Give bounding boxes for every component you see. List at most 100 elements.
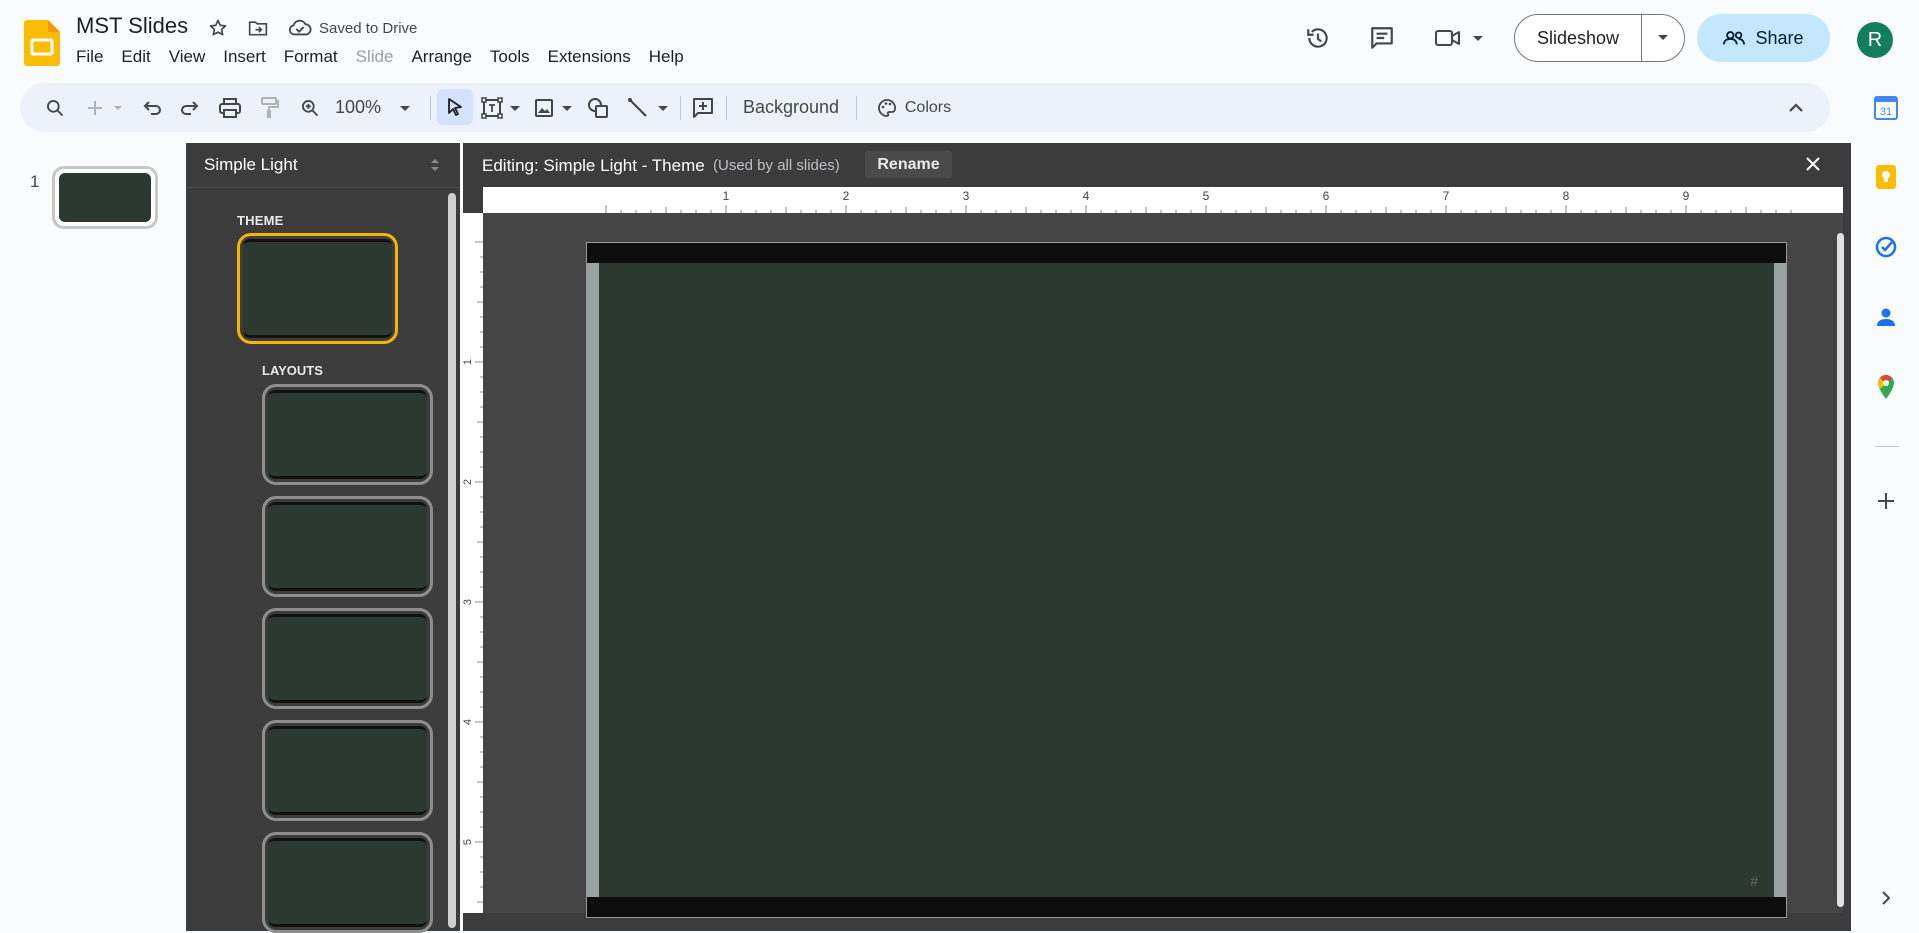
layout-thumbnail[interactable] bbox=[262, 608, 433, 709]
collapse-toolbar-icon[interactable] bbox=[1782, 83, 1810, 132]
zoom-select[interactable]: 100% bbox=[330, 83, 386, 132]
new-slide-dropdown-icon[interactable] bbox=[112, 83, 124, 132]
ruler-label: 5 bbox=[1203, 189, 1210, 203]
theme-selector[interactable]: Simple Light bbox=[186, 143, 460, 188]
thumbnail-preview bbox=[268, 390, 427, 479]
contacts-icon[interactable] bbox=[1872, 303, 1900, 331]
slide-thumbnail[interactable] bbox=[52, 166, 158, 229]
add-icon[interactable] bbox=[1872, 487, 1900, 515]
canvas-area: 1 2 3 4 5 6 7 8 9 1 2 3 4 5 # bbox=[463, 187, 1851, 931]
textbox-icon[interactable] bbox=[478, 83, 506, 132]
theme-master-thumbnail[interactable] bbox=[237, 233, 398, 344]
slideshow-label[interactable]: Slideshow bbox=[1515, 15, 1642, 61]
zoom-icon[interactable] bbox=[296, 83, 324, 132]
menu-edit[interactable]: Edit bbox=[121, 47, 160, 67]
ruler-label: 4 bbox=[463, 719, 474, 725]
menu-slide[interactable]: Slide bbox=[356, 47, 404, 67]
editing-title: Editing: Simple Light - Theme bbox=[482, 156, 705, 175]
vertical-ruler: 1 2 3 4 5 bbox=[463, 213, 483, 913]
toolbar-divider bbox=[856, 96, 857, 120]
line-dropdown-icon[interactable] bbox=[656, 83, 670, 132]
ruler-label: 7 bbox=[1443, 189, 1450, 203]
rename-button[interactable]: Rename bbox=[865, 151, 952, 178]
menu-extensions[interactable]: Extensions bbox=[548, 47, 641, 67]
thumbnail-preview bbox=[268, 502, 427, 591]
toolbar: 100% Background Colors bbox=[20, 83, 1830, 132]
calendar-day: 31 bbox=[1880, 106, 1892, 118]
undo-icon[interactable] bbox=[138, 83, 166, 132]
line-icon[interactable] bbox=[624, 83, 652, 132]
slideshow-dropdown-icon[interactable] bbox=[1642, 31, 1684, 45]
image-dropdown-icon[interactable] bbox=[560, 83, 574, 132]
print-icon[interactable] bbox=[216, 83, 244, 132]
insert-image-icon[interactable] bbox=[530, 83, 558, 132]
slideshow-button[interactable]: Slideshow bbox=[1514, 14, 1685, 62]
slide-thumbnail-preview bbox=[59, 173, 151, 222]
side-panel: 31 bbox=[1865, 83, 1907, 931]
expand-panel-icon[interactable] bbox=[1872, 884, 1900, 912]
shape-icon[interactable] bbox=[584, 83, 612, 132]
slide-right-accent bbox=[1774, 263, 1786, 897]
save-status[interactable]: Saved to Drive bbox=[319, 20, 417, 37]
close-icon[interactable] bbox=[1803, 154, 1823, 174]
star-icon[interactable] bbox=[204, 14, 232, 42]
colors-button[interactable]: Colors bbox=[868, 83, 960, 132]
menu-arrange[interactable]: Arrange bbox=[411, 47, 481, 67]
editing-subtitle: (Used by all slides) bbox=[713, 157, 840, 174]
ruler-label: 9 bbox=[1683, 189, 1690, 203]
keep-icon[interactable] bbox=[1872, 163, 1900, 191]
zoom-value: 100% bbox=[334, 97, 382, 117]
thumbnail-preview bbox=[268, 838, 427, 927]
layout-thumbnail[interactable] bbox=[262, 384, 433, 485]
theme-section-label: THEME bbox=[237, 213, 284, 228]
share-button[interactable]: Share bbox=[1697, 14, 1830, 62]
maps-icon[interactable] bbox=[1872, 373, 1900, 401]
background-button[interactable]: Background bbox=[736, 83, 846, 132]
search-menus-icon[interactable] bbox=[40, 83, 70, 132]
ruler-label: 1 bbox=[463, 359, 474, 365]
canvas-scrollbar[interactable] bbox=[1837, 233, 1844, 907]
tasks-icon[interactable] bbox=[1872, 233, 1900, 261]
thumbnail-preview bbox=[268, 726, 427, 815]
menu-bar: File Edit View Insert Format Slide Arran… bbox=[76, 47, 702, 67]
ruler-label: 2 bbox=[843, 189, 850, 203]
layout-thumbnail[interactable] bbox=[262, 832, 433, 933]
slides-logo[interactable] bbox=[24, 20, 60, 66]
new-slide-icon[interactable] bbox=[84, 83, 106, 132]
ruler-label: 8 bbox=[1563, 189, 1570, 203]
side-panel-divider bbox=[1875, 446, 1899, 447]
calendar-icon[interactable]: 31 bbox=[1872, 94, 1900, 122]
menu-tools[interactable]: Tools bbox=[490, 47, 540, 67]
share-label: Share bbox=[1755, 27, 1804, 48]
layout-thumbnail[interactable] bbox=[262, 496, 433, 597]
background-label: Background bbox=[742, 97, 840, 117]
slide-workspace: # bbox=[483, 213, 1843, 918]
menu-file[interactable]: File bbox=[76, 47, 113, 67]
add-comment-icon[interactable] bbox=[688, 83, 718, 132]
menu-insert[interactable]: Insert bbox=[223, 47, 276, 67]
cloud-saved-icon[interactable] bbox=[286, 14, 314, 42]
slide-number-placeholder[interactable]: # bbox=[1750, 873, 1758, 889]
document-title[interactable]: MST Slides bbox=[76, 13, 188, 39]
toolbar-divider bbox=[430, 96, 431, 120]
textbox-dropdown-icon[interactable] bbox=[508, 83, 522, 132]
menu-format[interactable]: Format bbox=[284, 47, 348, 67]
slide-left-accent bbox=[587, 263, 599, 897]
slide-canvas[interactable]: # bbox=[586, 242, 1787, 918]
account-avatar[interactable]: R bbox=[1857, 22, 1893, 58]
comments-icon[interactable] bbox=[1368, 24, 1396, 52]
select-tool-icon[interactable] bbox=[437, 89, 473, 125]
meet-dropdown-icon[interactable] bbox=[1471, 28, 1485, 48]
zoom-dropdown-icon[interactable] bbox=[398, 83, 412, 132]
move-to-folder-icon[interactable] bbox=[244, 14, 272, 42]
menu-view[interactable]: View bbox=[169, 47, 216, 67]
theme-panel-scrollbar[interactable] bbox=[448, 193, 456, 928]
redo-icon[interactable] bbox=[176, 83, 204, 132]
menu-help[interactable]: Help bbox=[649, 47, 694, 67]
sort-arrows-icon[interactable] bbox=[429, 157, 441, 173]
meet-icon[interactable] bbox=[1434, 24, 1462, 52]
version-history-icon[interactable] bbox=[1304, 24, 1332, 52]
slide-header-bar bbox=[587, 243, 1786, 263]
layout-thumbnail[interactable] bbox=[262, 720, 433, 821]
paint-format-icon[interactable] bbox=[256, 83, 284, 132]
